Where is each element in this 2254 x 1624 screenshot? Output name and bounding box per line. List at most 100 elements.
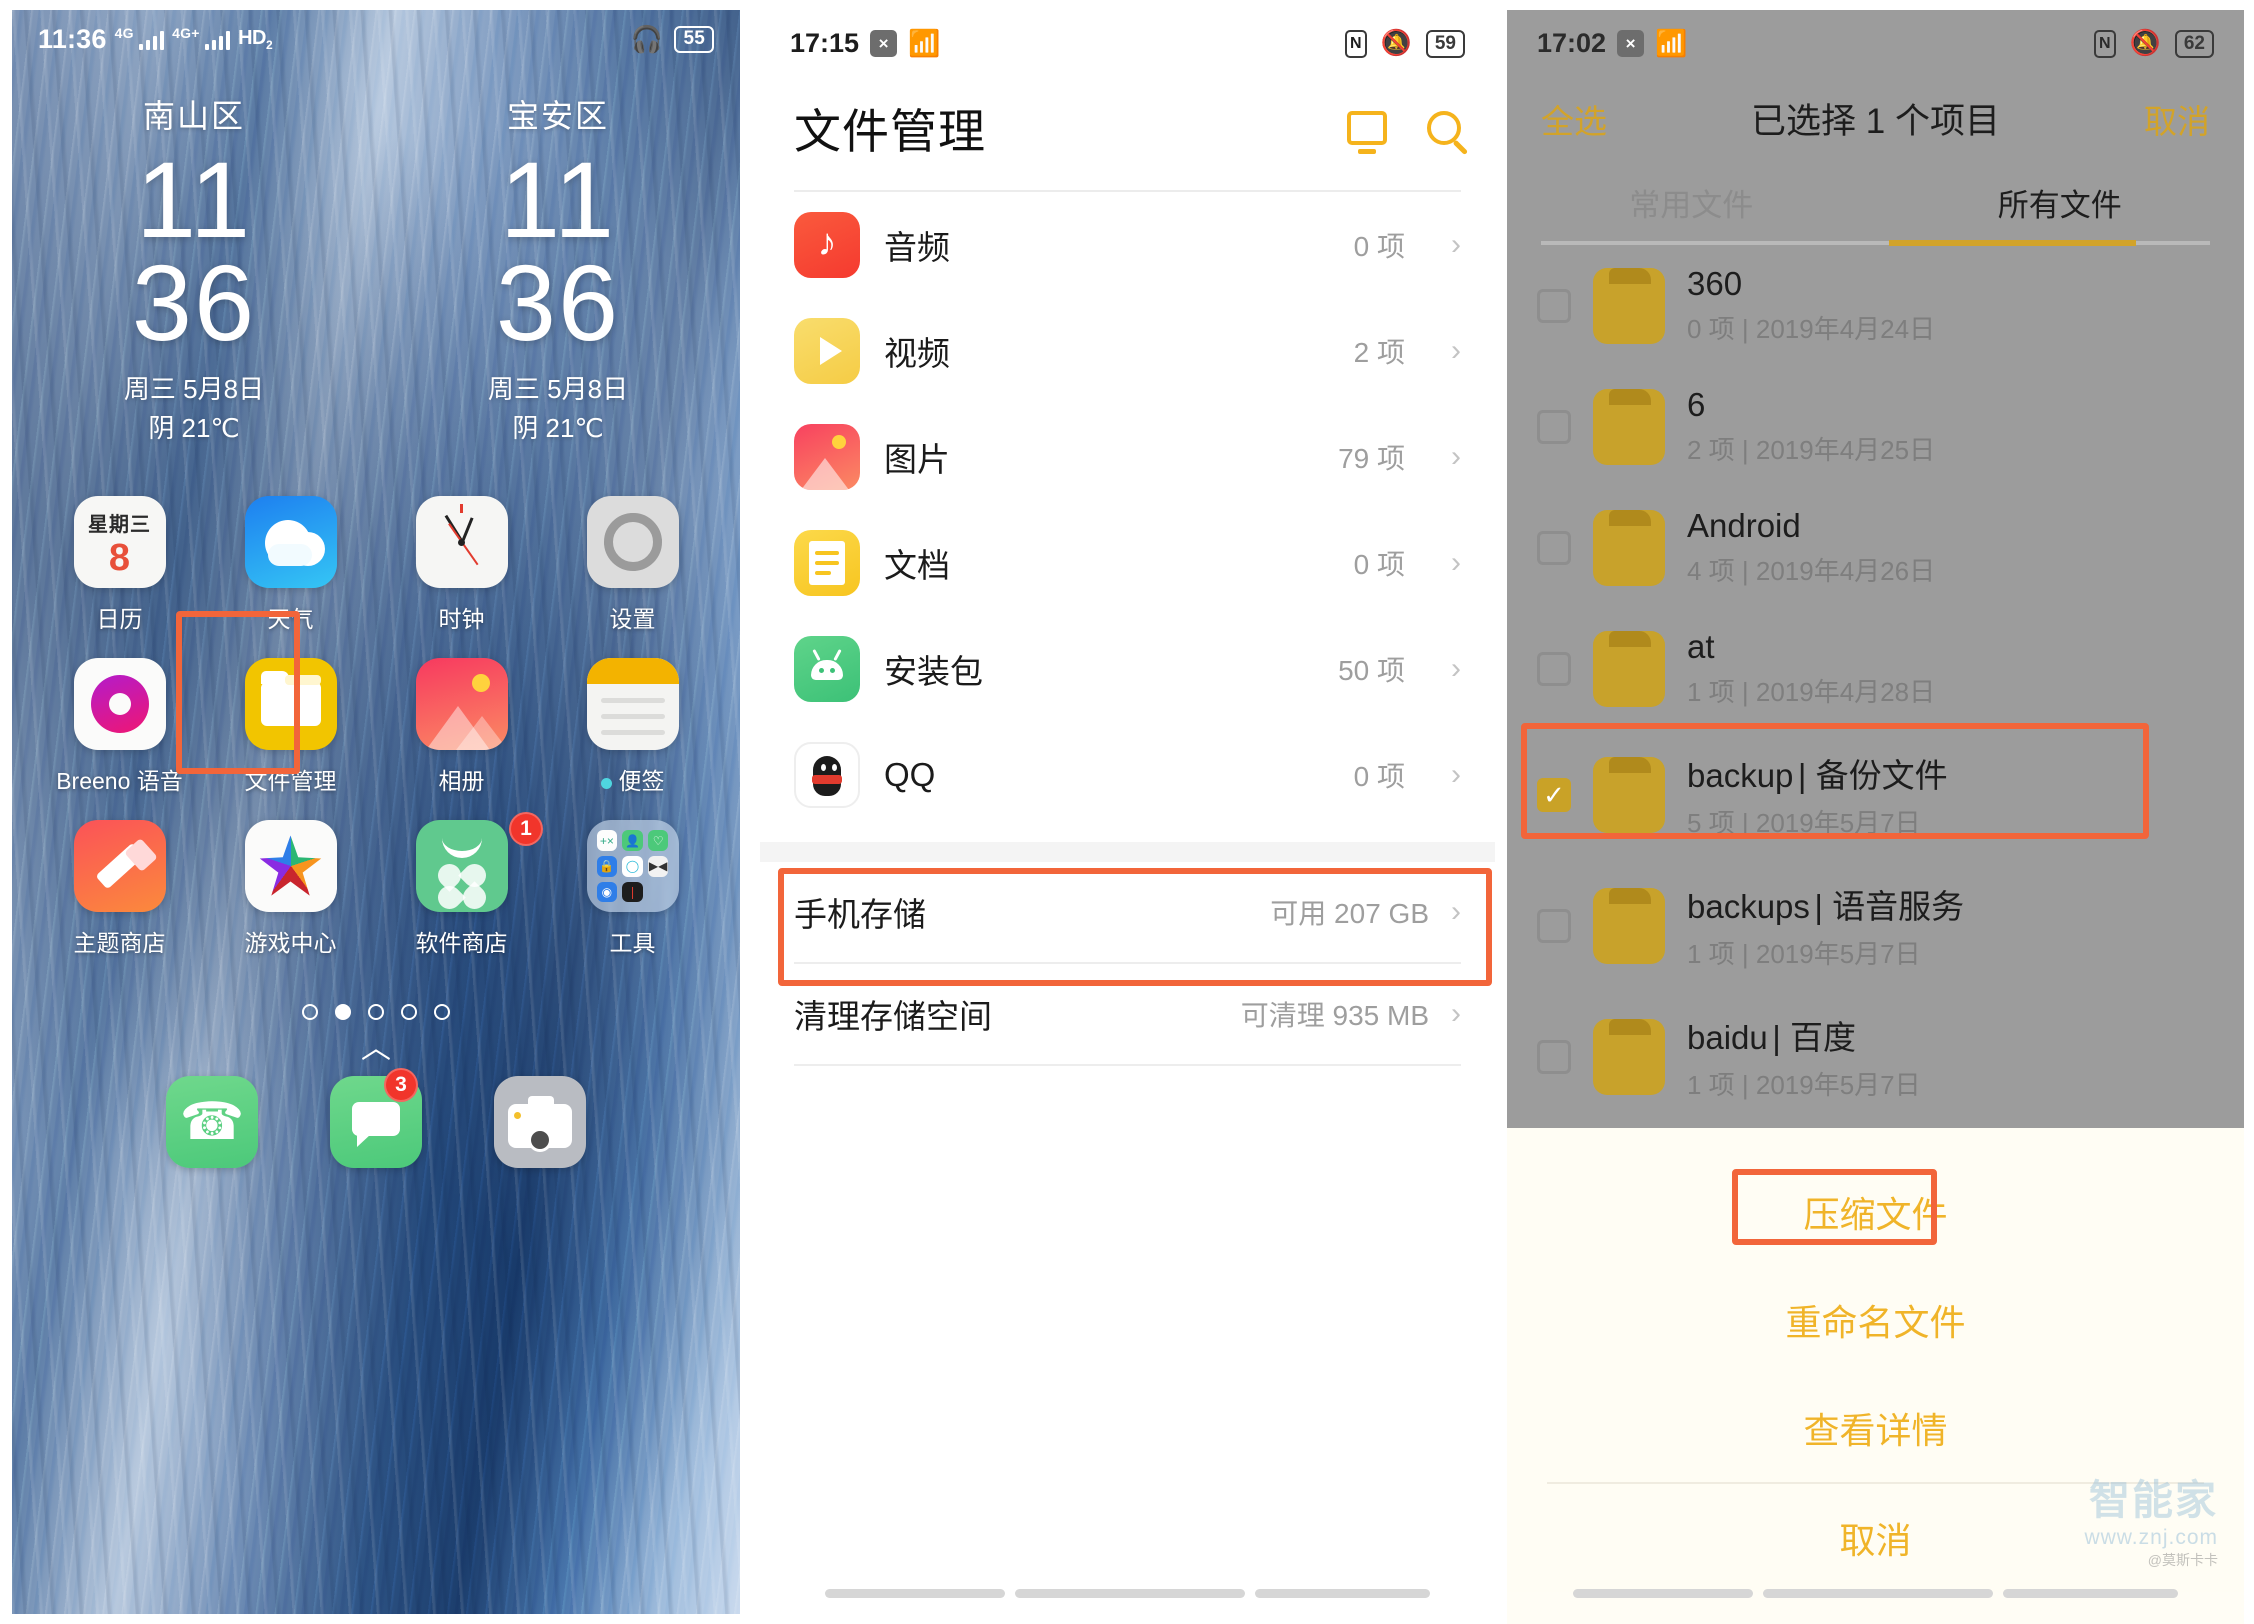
app-notes[interactable]: 便签 xyxy=(547,658,718,796)
category-row-qq[interactable]: QQ 0 项 › xyxy=(760,722,1495,828)
app-breeno-voice[interactable]: Breeno 语音 xyxy=(34,658,205,796)
app-label: 便签 xyxy=(601,762,665,796)
camera-icon xyxy=(494,1076,586,1169)
panel-file-manager: 17:15 × 📶 N 🔕 59 文件管理 ♪ 音频 0 项 › 视频 2 项 … xyxy=(752,0,1503,1624)
clean-storage-row[interactable]: 清理存储空间 可清理 935 MB › xyxy=(760,964,1495,1064)
category-row-documents[interactable]: 文档 0 项 › xyxy=(760,510,1495,616)
dimmed-content-area: 17:02 × 📶 N 🔕 62 全选 已选择 1 个项目 取消 常用文件 所有… xyxy=(1507,10,2244,1128)
clock-widget-nanshan[interactable]: 南山区 11 36 周三 5月8日 阴 21℃ xyxy=(124,91,264,448)
folder-alias: | 百度 xyxy=(1772,1019,1856,1056)
folder-row[interactable]: 360 0 项 | 2019年4月24日 xyxy=(1507,245,2244,366)
app-drawer-chevron-icon[interactable]: ︿ xyxy=(12,1034,740,1064)
select-all-button[interactable]: 全选 xyxy=(1541,95,1607,143)
app-theme-store[interactable]: 主题商店 xyxy=(34,820,205,958)
folder-icon xyxy=(1593,630,1665,707)
cancel-selection-button[interactable]: 取消 xyxy=(2144,95,2210,143)
tab-recent-files[interactable]: 常用文件 xyxy=(1507,180,1876,241)
signal-bars-1-icon xyxy=(138,30,165,50)
folder-name: baidu xyxy=(1687,1019,1768,1056)
signal-bars-2-icon xyxy=(204,30,231,50)
dock-app-camera[interactable] xyxy=(494,1076,586,1169)
page-indicator[interactable] xyxy=(12,1004,740,1021)
nav-gesture-bar[interactable] xyxy=(760,1589,1495,1598)
dock-app-phone[interactable]: ☎ xyxy=(166,1076,258,1169)
document-icon xyxy=(794,530,860,596)
folder-row[interactable]: at 1 项 | 2019年4月28日 xyxy=(1507,608,2244,729)
row-checkbox[interactable] xyxy=(1537,908,1571,943)
storage-value: 可用 207 GB xyxy=(1270,898,1429,929)
chevron-right-icon: › xyxy=(1451,228,1461,261)
app-app-store[interactable]: 1 软件商店 xyxy=(376,812,547,958)
file-manager-header: 文件管理 xyxy=(760,59,1495,162)
folder-name: backup xyxy=(1687,757,1794,794)
panel-file-selection: 17:02 × 📶 N 🔕 62 全选 已选择 1 个项目 取消 常用文件 所有… xyxy=(1503,0,2254,1624)
app-file-manager[interactable]: 文件管理 xyxy=(205,658,376,796)
category-row-images[interactable]: 图片 79 项 › xyxy=(760,404,1495,510)
category-count: 50 项 xyxy=(1338,655,1405,686)
chevron-right-icon: › xyxy=(1451,440,1461,473)
category-name: 文档 xyxy=(884,547,950,584)
folder-row[interactable]: backups | 语音服务 1 项 | 2019年5月7日 xyxy=(1507,860,2244,991)
dual-clock-widget[interactable]: 南山区 11 36 周三 5月8日 阴 21℃ 宝安区 11 36 周三 5月8… xyxy=(12,91,740,448)
compress-files-button[interactable]: 压缩文件 xyxy=(1507,1158,2244,1266)
app-grid: 星期三 8 日历 天气 时钟 设置 Breeno 语音 文件管理 相册 便签 主… xyxy=(12,496,740,958)
storage-row[interactable]: 手机存储 可用 207 GB › xyxy=(760,862,1495,962)
action-sheet: 压缩文件 重命名文件 查看详情 取消 xyxy=(1507,1128,2244,1592)
folder-row[interactable]: baidu | 百度 1 项 | 2019年5月7日 xyxy=(1507,991,2244,1122)
sheet-cancel-button[interactable]: 取消 xyxy=(1507,1484,2244,1592)
weather-icon xyxy=(244,496,337,589)
view-details-button[interactable]: 查看详情 xyxy=(1507,1374,2244,1482)
dock-app-messages[interactable]: 3 xyxy=(330,1068,422,1169)
row-checkbox[interactable] xyxy=(1537,651,1571,686)
app-gallery[interactable]: 相册 xyxy=(376,658,547,796)
folder-name: Android xyxy=(1687,507,1801,544)
nfc-icon: N xyxy=(1344,29,1367,58)
x-badge-icon: × xyxy=(1617,30,1645,57)
tab-all-files[interactable]: 所有文件 xyxy=(1876,180,2245,241)
calendar-day: 8 xyxy=(108,536,131,579)
category-row-apk[interactable]: 安装包 50 项 › xyxy=(760,616,1495,722)
category-row-audio[interactable]: 音频 0 项 › xyxy=(760,192,1495,298)
settings-gear-icon xyxy=(586,496,679,589)
app-game-center[interactable]: 游戏中心 xyxy=(205,820,376,958)
category-row-video[interactable]: 视频 2 项 › xyxy=(760,298,1495,404)
category-name: 安装包 xyxy=(884,653,983,690)
folder-meta: 4 项 | 2019年4月26日 xyxy=(1687,556,1936,586)
app-label: 主题商店 xyxy=(73,930,166,957)
notification-badge: 3 xyxy=(384,1068,418,1103)
app-clock[interactable]: 时钟 xyxy=(376,496,547,634)
row-checkbox[interactable] xyxy=(1537,530,1571,565)
row-checkbox[interactable] xyxy=(1537,409,1571,444)
folder-row[interactable]: 6 2 项 | 2019年4月25日 xyxy=(1507,366,2244,487)
folder-icon xyxy=(1593,267,1665,344)
row-checkbox[interactable] xyxy=(1537,1039,1571,1074)
panel-home-screen: 11:36 4G 4G+ HD2 🎧 55 南山区 11 36 周三 5月8日 … xyxy=(0,0,752,1624)
category-count: 2 项 xyxy=(1353,337,1405,368)
category-name: QQ xyxy=(884,756,936,793)
app-settings[interactable]: 设置 xyxy=(547,496,718,634)
row-checkbox[interactable] xyxy=(1537,777,1571,812)
row-checkbox[interactable] xyxy=(1537,288,1571,323)
theme-store-brush-icon xyxy=(73,820,166,913)
remote-display-icon[interactable] xyxy=(1347,110,1387,154)
rename-file-button[interactable]: 重命名文件 xyxy=(1507,1266,2244,1374)
folder-icon xyxy=(1593,509,1665,586)
video-icon xyxy=(794,318,860,384)
folder-alias: | 语音服务 xyxy=(1814,888,1965,925)
category-count: 79 项 xyxy=(1338,443,1405,474)
app-weather[interactable]: 天气 xyxy=(205,496,376,634)
app-calendar[interactable]: 星期三 8 日历 xyxy=(34,496,205,634)
folder-name: 360 xyxy=(1687,265,1743,302)
search-icon[interactable] xyxy=(1427,110,1461,145)
clock-widget-baoan[interactable]: 宝安区 11 36 周三 5月8日 阴 21℃ xyxy=(488,91,628,448)
nav-gesture-bar[interactable] xyxy=(1507,1589,2244,1598)
calendar-icon: 星期三 8 xyxy=(73,496,166,589)
folder-row[interactable]: Android 4 项 | 2019年4月26日 xyxy=(1507,487,2244,608)
page-title: 文件管理 xyxy=(794,105,986,158)
row-divider xyxy=(794,1064,1461,1066)
folder-row-backup-selected[interactable]: backup | 备份文件 5 项 | 2019年5月7日 xyxy=(1507,723,2244,860)
folder-icon xyxy=(1593,1018,1665,1095)
section-gap xyxy=(760,842,1495,862)
app-tools-folder[interactable]: +× 👤 ♡ 🔒 ◯ ▶◀ ◉ ❘ 工具 xyxy=(547,820,718,958)
clock-hour: 11 xyxy=(135,139,253,260)
